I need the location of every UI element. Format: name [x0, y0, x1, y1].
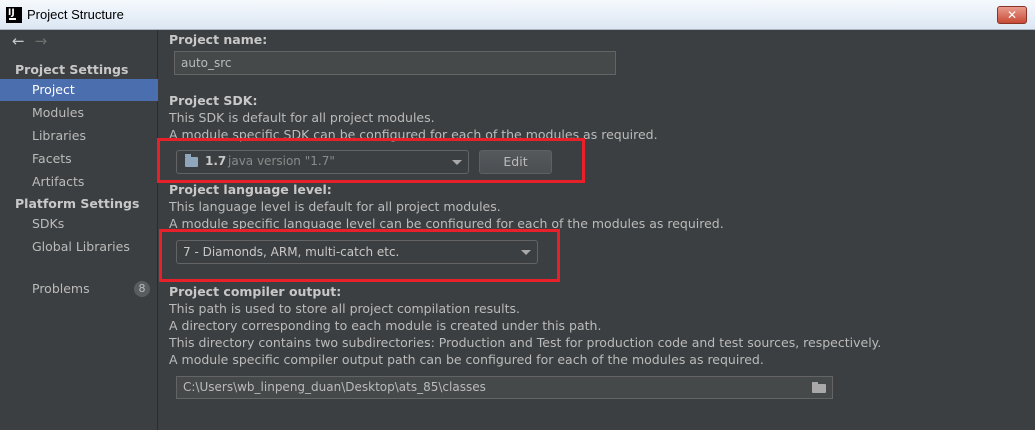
project-sdk-label: Project SDK:	[169, 93, 258, 108]
problems-count-badge: 8	[134, 281, 150, 297]
window-title: Project Structure	[27, 7, 124, 22]
close-button[interactable]: ✕	[997, 6, 1027, 24]
sidebar-item-problems[interactable]: Problems 8	[0, 278, 158, 300]
language-level-dropdown[interactable]: 7 - Diamonds, ARM, multi-catch etc.	[176, 240, 538, 264]
sidebar-item-facets[interactable]: Facets	[0, 148, 158, 170]
compiler-output-label: Project compiler output:	[169, 284, 342, 299]
compiler-output-desc-2: A directory corresponding to each module…	[169, 318, 602, 333]
project-settings-header: Project Settings	[15, 62, 129, 77]
sidebar: ← → Project Settings Project Modules Lib…	[0, 30, 158, 430]
nav-arrows: ← →	[12, 32, 47, 52]
edit-sdk-button[interactable]: Edit	[479, 150, 552, 174]
chevron-down-icon	[452, 160, 462, 165]
forward-arrow-icon[interactable]: →	[35, 32, 48, 52]
sdk-folder-icon	[185, 154, 198, 167]
sdk-version: java version "1.7"	[228, 154, 335, 168]
project-name-label: Project name:	[169, 32, 268, 47]
language-level-value: 7 - Diamonds, ARM, multi-catch etc.	[183, 245, 400, 259]
folder-browse-icon[interactable]	[812, 382, 826, 393]
compiler-output-desc-3: This directory contains two subdirectori…	[169, 335, 882, 350]
compiler-output-path-input[interactable]: C:\Users\wb_linpeng_duan\Desktop\ats_85\…	[176, 376, 833, 399]
compiler-output-desc-4: A module specific compiler output path c…	[169, 352, 764, 367]
sidebar-item-project[interactable]: Project	[0, 79, 158, 101]
sidebar-item-global-libraries[interactable]: Global Libraries	[0, 236, 158, 258]
platform-settings-header: Platform Settings	[15, 196, 140, 211]
intellij-icon: IJ	[6, 7, 22, 23]
title-bar: IJ Project Structure ✕	[0, 0, 1035, 30]
sidebar-item-libraries[interactable]: Libraries	[0, 125, 158, 147]
project-name-input[interactable]: auto_src	[174, 51, 616, 75]
language-level-desc-1: This language level is default for all p…	[169, 199, 501, 214]
chevron-down-icon	[521, 250, 531, 255]
sidebar-item-artifacts[interactable]: Artifacts	[0, 171, 158, 193]
project-sdk-dropdown[interactable]: 1.7 java version "1.7"	[176, 150, 469, 174]
project-settings-panel: Project name: auto_src Project SDK: This…	[157, 30, 1035, 430]
language-level-label: Project language level:	[169, 182, 332, 197]
problems-label: Problems	[32, 281, 90, 296]
sidebar-item-sdks[interactable]: SDKs	[0, 213, 158, 235]
back-arrow-icon[interactable]: ←	[12, 32, 25, 52]
sdk-name: 1.7	[205, 154, 227, 168]
project-sdk-desc-1: This SDK is default for all project modu…	[169, 110, 435, 125]
sidebar-item-modules[interactable]: Modules	[0, 102, 158, 124]
compiler-output-desc-1: This path is used to store all project c…	[169, 301, 520, 316]
compiler-output-path: C:\Users\wb_linpeng_duan\Desktop\ats_85\…	[183, 380, 486, 394]
